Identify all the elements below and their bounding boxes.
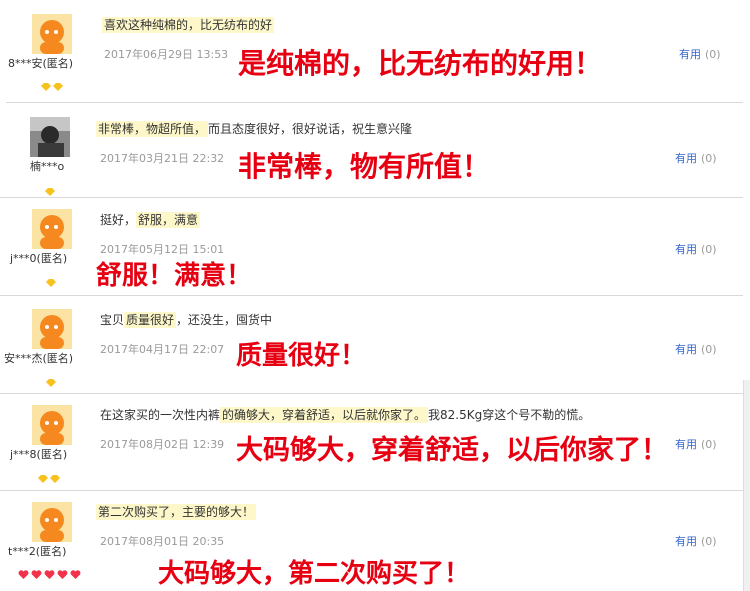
- review-comment: 挺好， 舒服，满意: [100, 211, 201, 229]
- useful-button[interactable]: 有用 (0): [675, 533, 717, 549]
- diamond-icon: [46, 372, 56, 391]
- highlighted-text: 喜欢这种纯棉的，比无纺布的好: [102, 17, 275, 33]
- comment-pre: 宝贝: [100, 313, 125, 327]
- review-comment: 非常棒，物超所值， 而且态度很好，很好说话，祝生意兴隆: [96, 120, 412, 138]
- review-date: 2017年08月01日 20:35: [100, 535, 225, 548]
- overlay-caption: 大码够大，第二次购买了！: [158, 559, 471, 589]
- useful-button[interactable]: 有用 (0): [675, 436, 717, 452]
- overlay-caption: 舒服！满意！: [96, 261, 253, 291]
- divider: [0, 197, 743, 198]
- review-comment: 在这家买的一次性内裤 的确够大，穿着舒适，以后就你家了。 我82.5Kg穿这个号不勒…: [100, 406, 590, 424]
- username[interactable]: j***8(匿名): [10, 448, 67, 462]
- avatar-icon: [32, 309, 72, 349]
- username[interactable]: 安***杰(匿名): [4, 352, 73, 366]
- avatar-icon: [32, 14, 72, 54]
- comment-tail: 而且态度很好，很好说话，祝生意兴隆: [208, 122, 413, 136]
- avatar-icon: [32, 405, 72, 445]
- buyer-level-badges: [46, 272, 56, 291]
- review-date: 2017年08月02日 12:39: [100, 438, 225, 451]
- useful-button[interactable]: 有用 (0): [675, 341, 717, 357]
- divider: [0, 393, 743, 394]
- divider: [0, 295, 743, 296]
- heart-icon: [31, 565, 42, 584]
- highlighted-text: 第二次购买了，主要的够大！: [96, 504, 257, 520]
- diamond-icon: [38, 468, 48, 487]
- username[interactable]: t***2(匿名): [8, 545, 66, 559]
- comment-tail: ，还没生，囤货中: [176, 313, 273, 327]
- username[interactable]: 楠***o: [30, 160, 64, 174]
- review-date: 2017年03月21日 22:32: [100, 152, 225, 165]
- review-date: 2017年06月29日 13:53: [104, 48, 229, 61]
- highlighted-text: 舒服，满意: [136, 212, 201, 228]
- overlay-caption: 大码够大，穿着舒适，以后你家了！: [236, 435, 668, 466]
- buyer-level-badges: [38, 468, 60, 487]
- comment-pre: 挺好，: [100, 213, 137, 227]
- review-date: 2017年04月17日 22:07: [100, 343, 225, 356]
- username[interactable]: 8***安(匿名): [8, 57, 73, 71]
- buyer-level-badges: [41, 76, 63, 95]
- highlighted-text: 质量很好: [124, 312, 177, 328]
- overlay-caption: 非常棒，物有所值！: [238, 150, 491, 183]
- overlay-caption: 是纯棉的，比无纺布的好用！: [238, 47, 603, 80]
- diamond-icon: [50, 468, 60, 487]
- avatar-photo: [30, 117, 70, 157]
- buyer-level-badges: [18, 565, 81, 584]
- heart-icon: [70, 565, 81, 584]
- diamond-icon: [41, 76, 51, 95]
- username[interactable]: j***0(匿名): [10, 252, 67, 266]
- heart-icon: [44, 565, 55, 584]
- review-comment: 第二次购买了，主要的够大！: [96, 503, 257, 521]
- useful-button[interactable]: 有用 (0): [679, 46, 721, 62]
- scrollbar[interactable]: [743, 380, 750, 591]
- heart-icon: [57, 565, 68, 584]
- diamond-icon: [53, 76, 63, 95]
- avatar-icon: [32, 209, 72, 249]
- useful-button[interactable]: 有用 (0): [675, 150, 717, 166]
- highlighted-text: 非常棒，物超所值，: [96, 121, 209, 137]
- highlighted-text: 的确够大，穿着舒适，以后就你家了。: [220, 407, 429, 423]
- heart-icon: [18, 565, 29, 584]
- comment-tail: 我82.5Kg穿这个号不勒的慌。: [428, 408, 591, 422]
- useful-button[interactable]: 有用 (0): [675, 241, 717, 257]
- divider: [0, 490, 743, 491]
- review-comment: 宝贝 质量很好 ，还没生，囤货中: [100, 311, 272, 329]
- review-comment: 喜欢这种纯棉的，比无纺布的好: [102, 16, 275, 34]
- overlay-caption: 质量很好！: [236, 341, 367, 371]
- avatar-icon: [32, 502, 72, 542]
- comment-pre: 在这家买的一次性内裤: [100, 408, 221, 422]
- divider: [6, 102, 743, 103]
- buyer-level-badges: [46, 372, 56, 391]
- diamond-icon: [46, 272, 56, 291]
